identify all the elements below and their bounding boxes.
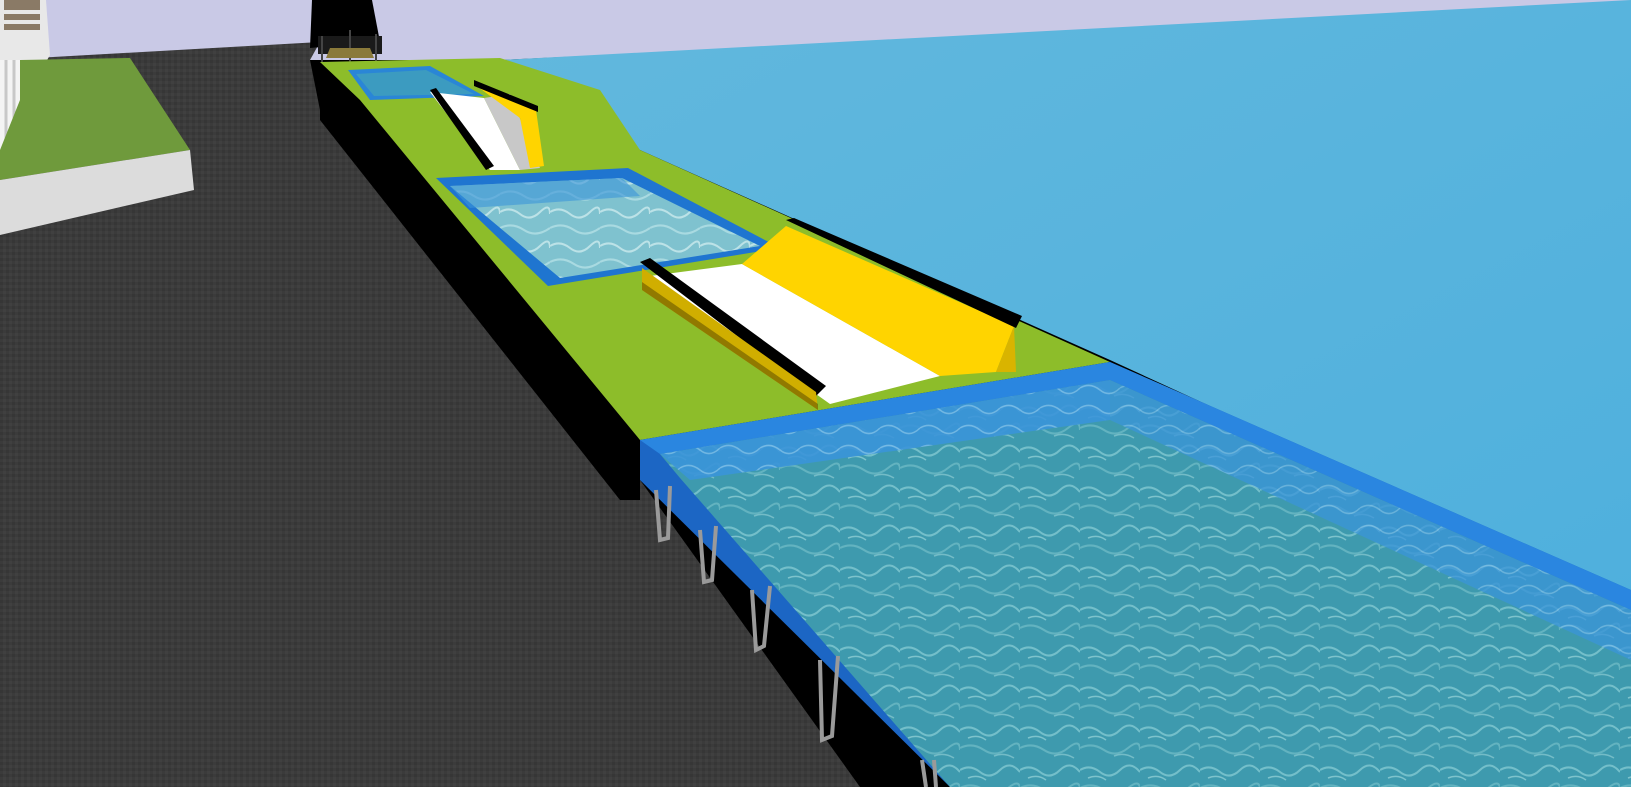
scene-canvas: [0, 0, 1631, 787]
crane-structure-icon: [310, 0, 382, 62]
3d-scene-viewport[interactable]: [0, 0, 1631, 787]
